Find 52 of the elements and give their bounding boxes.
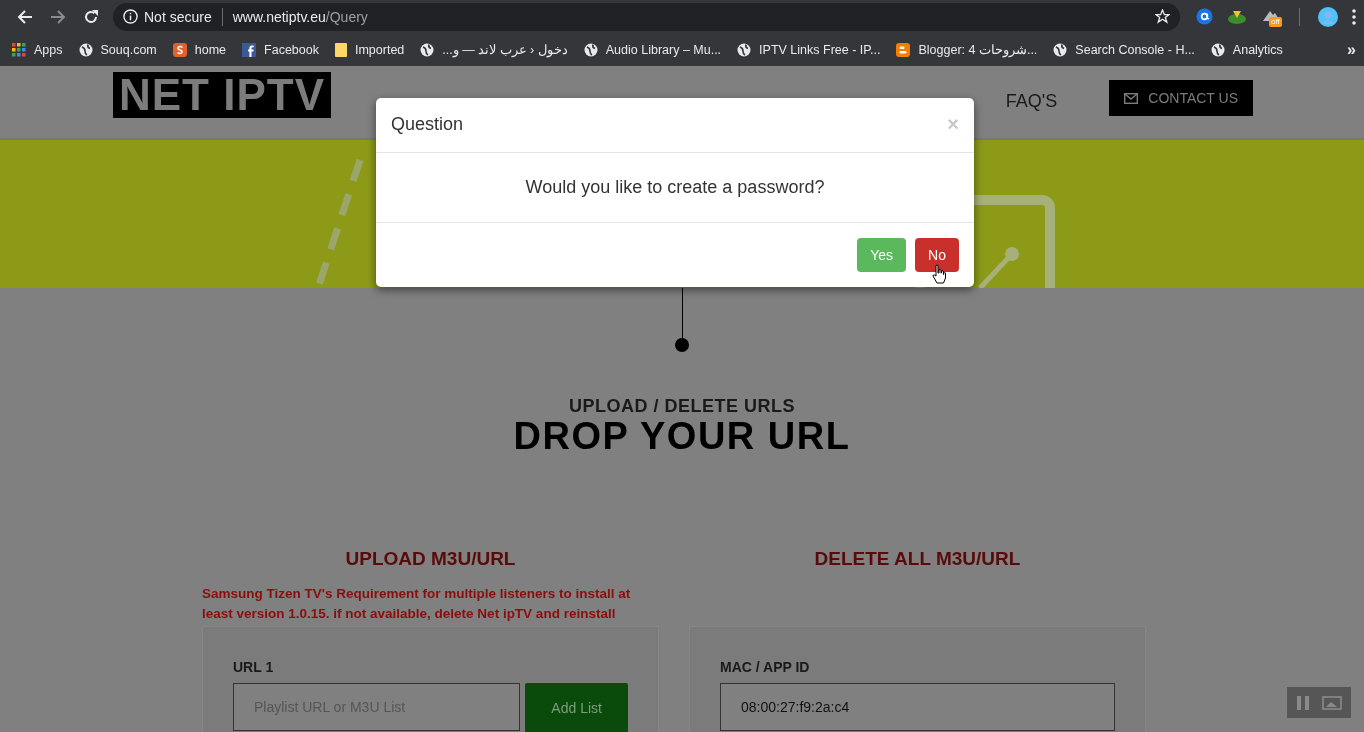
forward-arrow-icon[interactable]	[49, 8, 66, 25]
menu-icon[interactable]	[1352, 8, 1356, 25]
bookmark-item[interactable]: Analytics	[1210, 42, 1283, 57]
bookmark-item[interactable]: IPTV Links Free - IP...	[737, 42, 881, 57]
mac-id-field[interactable]: 08:00:27:f9:2a:c4	[720, 683, 1115, 731]
hand-cursor-icon	[932, 264, 946, 284]
s-logo-icon	[172, 42, 187, 57]
globe-icon	[583, 42, 598, 57]
upload-heading: UPLOAD M3U/URL	[344, 548, 517, 571]
at-sign-icon[interactable]	[1196, 8, 1213, 25]
globe-icon	[737, 42, 752, 57]
info-icon	[123, 9, 138, 24]
folder-icon	[334, 42, 347, 57]
star-icon[interactable]	[1155, 9, 1170, 24]
envelope-icon	[1124, 92, 1139, 104]
reload-icon[interactable]	[82, 8, 99, 25]
bookmark-item[interactable]: Search Console - H...	[1053, 42, 1195, 57]
dialog-message: Would you like to create a password?	[525, 177, 825, 197]
security-label: Not secure	[144, 8, 212, 25]
section-subtitle: UPLOAD / DELETE URLS	[569, 396, 795, 417]
more-bookmarks-button[interactable]: »	[1347, 40, 1356, 59]
bookmark-item[interactable]: Imported	[334, 42, 405, 57]
nav-link[interactable]: FAQ'S	[1005, 90, 1058, 112]
f-logo-icon	[242, 42, 257, 57]
bookmark-item[interactable]: Souq.com	[78, 42, 157, 57]
bookmark-item[interactable]: Audio Library – Mu...	[583, 42, 722, 57]
address-bar[interactable]: Not secure www.netiptv.eu/Query	[113, 2, 1180, 31]
bookmark-item[interactable]: Facebook	[242, 42, 319, 57]
site-logo[interactable]: NET IPTV	[113, 72, 332, 118]
field-label: URL 1	[233, 659, 275, 675]
contact-button[interactable]: CONTACT US	[1109, 80, 1253, 116]
globe-icon	[1053, 42, 1068, 57]
bookmark-item[interactable]: Blogger: شروحات 4...	[896, 42, 1038, 57]
bookmark-item[interactable]: Apps	[12, 42, 63, 57]
download-arrow-icon[interactable]	[1227, 8, 1247, 25]
section-title: DROP YOUR URL	[513, 415, 851, 458]
bookmark-item[interactable]: دخول ‹ عرب لاند — و...	[420, 42, 568, 57]
bookmark-item[interactable]: home	[172, 42, 227, 57]
apps-grid-icon	[12, 42, 26, 57]
dialog-title: Question	[391, 114, 464, 135]
b-logo-icon	[896, 42, 911, 57]
requirement-notice: Samsung Tizen TV's Requirement for multiple listeners to install at least version 1.0.15. if not available, delete Net ipTV and reinstall	[202, 585, 632, 623]
add-list-button[interactable]: Add List	[525, 683, 628, 732]
globe-icon	[1210, 42, 1225, 57]
delete-heading: DELETE ALL M3U/URL	[813, 548, 1022, 571]
profile-avatar-icon[interactable]	[1318, 6, 1338, 27]
globe-icon	[78, 42, 93, 57]
back-arrow-icon[interactable]	[16, 8, 33, 25]
url-text: www.netiptv.eu/Query	[232, 8, 368, 25]
no-button[interactable]: No	[915, 238, 959, 272]
globe-icon	[420, 42, 435, 57]
field-label: MAC / APP ID	[720, 659, 811, 675]
